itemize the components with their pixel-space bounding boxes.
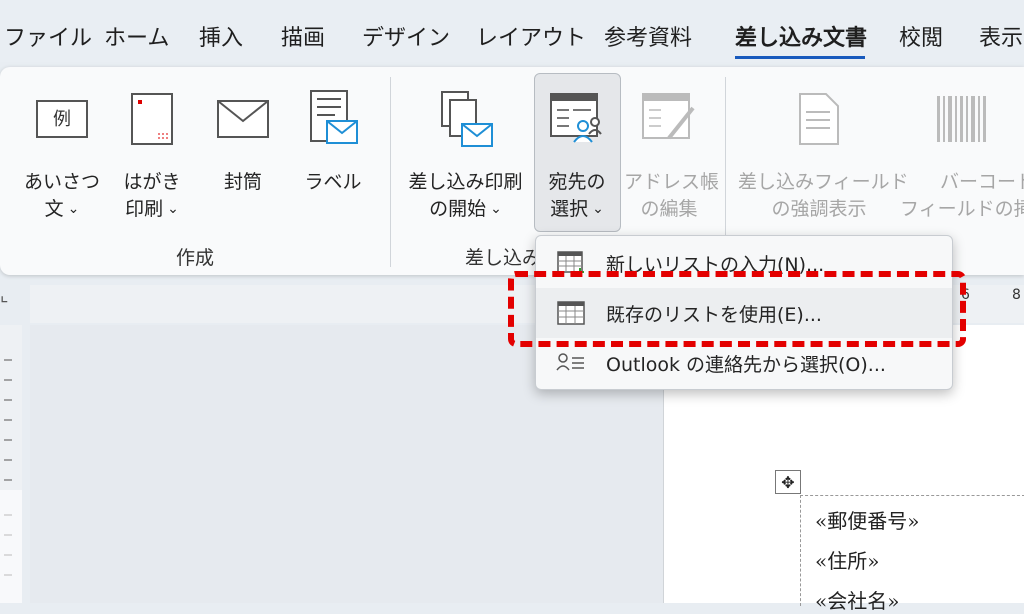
greeting-example-icon: 例 xyxy=(22,85,102,153)
tab-review[interactable]: 校閲 xyxy=(899,24,943,54)
start-mail-merge-button[interactable]: 差し込み印刷の開始 ⌄ xyxy=(403,85,528,223)
envelope-icon xyxy=(203,85,283,153)
insert-barcode-field-button[interactable]: バーコードフィールドの挿入 xyxy=(900,85,1024,223)
tab-layout[interactable]: レイアウト xyxy=(476,24,586,54)
barcode-icon xyxy=(900,85,1024,153)
tab-selector-icon[interactable]: ⌞ xyxy=(0,285,8,306)
highlight-fields-label: 差し込みフィールド xyxy=(738,171,909,193)
group-label-create: 作成 xyxy=(176,247,215,269)
tab-file[interactable]: ファイル xyxy=(4,24,92,54)
tab-references[interactable]: 参考資料 xyxy=(604,24,692,54)
tab-draw[interactable]: 描画 xyxy=(281,24,325,54)
select-recipients-label: 宛先の xyxy=(548,171,606,193)
active-tab-indicator xyxy=(735,56,865,59)
barcode-label: バーコード xyxy=(940,171,1024,193)
chevron-down-icon: ⌄ xyxy=(167,201,179,217)
chevron-down-icon: ⌄ xyxy=(67,201,80,217)
tab-home[interactable]: ホーム xyxy=(104,24,169,54)
tab-mailings[interactable]: 差し込み文書 xyxy=(735,24,867,54)
merge-field[interactable]: «住所» xyxy=(815,545,879,574)
annotation-highlight-box xyxy=(508,271,966,347)
barcode-label-2: フィールドの挿入 xyxy=(900,198,1024,220)
greeting-button[interactable]: 例 あいさつ文 ⌄ xyxy=(22,85,102,223)
highlight-merge-fields-button[interactable]: 差し込みフィールドの強調表示 xyxy=(738,85,909,223)
label-label: ラベル xyxy=(304,171,362,193)
tab-view[interactable]: 表示 xyxy=(979,24,1023,54)
edit-list-icon xyxy=(624,85,714,153)
select-recipients-label-2: 選択 xyxy=(550,198,589,220)
postcard-label-2: 印刷 xyxy=(125,198,164,220)
edit-list-label: アドレス帳 xyxy=(624,171,720,193)
group-separator xyxy=(390,77,391,267)
ruler-number: 8 xyxy=(1012,287,1021,303)
highlight-fields-label-2: の強調表示 xyxy=(771,198,867,220)
label-sheet-icon xyxy=(293,85,373,153)
postcard-icon xyxy=(112,85,192,153)
ribbon-tab-bar: ファイル ホーム 挿入 描画 デザイン レイアウト 参考資料 差し込み文書 校閲… xyxy=(0,0,1024,62)
envelope-label: 封筒 xyxy=(223,171,262,193)
select-recipients-button[interactable]: 宛先の選択 ⌄ xyxy=(536,85,618,223)
vertical-ruler[interactable] xyxy=(0,325,22,603)
start-merge-label: 差し込み印刷 xyxy=(408,171,523,193)
greeting-label: あいさつ xyxy=(23,171,100,193)
contacts-list-icon xyxy=(536,352,606,374)
postcard-print-button[interactable]: はがき印刷 ⌄ xyxy=(112,85,192,223)
envelope-button[interactable]: 封筒 xyxy=(203,85,283,196)
chevron-down-icon: ⌄ xyxy=(490,201,502,217)
tab-insert[interactable]: 挿入 xyxy=(199,24,243,54)
select-recipients-icon xyxy=(536,85,618,153)
merge-field[interactable]: «会社名» xyxy=(815,585,899,614)
group-label-merge: 差し込み xyxy=(465,247,542,269)
menu-item-label: Outlook の連絡先から選択(O)... xyxy=(606,353,886,376)
start-merge-icon xyxy=(403,85,528,153)
greeting-label-2: 文 xyxy=(44,198,64,220)
chevron-down-icon: ⌄ xyxy=(592,201,604,217)
edit-list-label-2: の編集 xyxy=(640,198,698,220)
edit-recipient-list-button[interactable]: アドレス帳 の編集 xyxy=(624,85,719,223)
table-move-handle-icon[interactable]: ✥ xyxy=(775,470,801,494)
label-button[interactable]: ラベル xyxy=(293,85,373,196)
tab-design[interactable]: デザイン xyxy=(362,24,450,54)
postcard-label: はがき xyxy=(123,171,181,193)
merge-field[interactable]: «郵便番号» xyxy=(815,505,919,534)
start-merge-label-2: の開始 xyxy=(429,198,487,220)
highlight-fields-icon xyxy=(738,85,900,153)
